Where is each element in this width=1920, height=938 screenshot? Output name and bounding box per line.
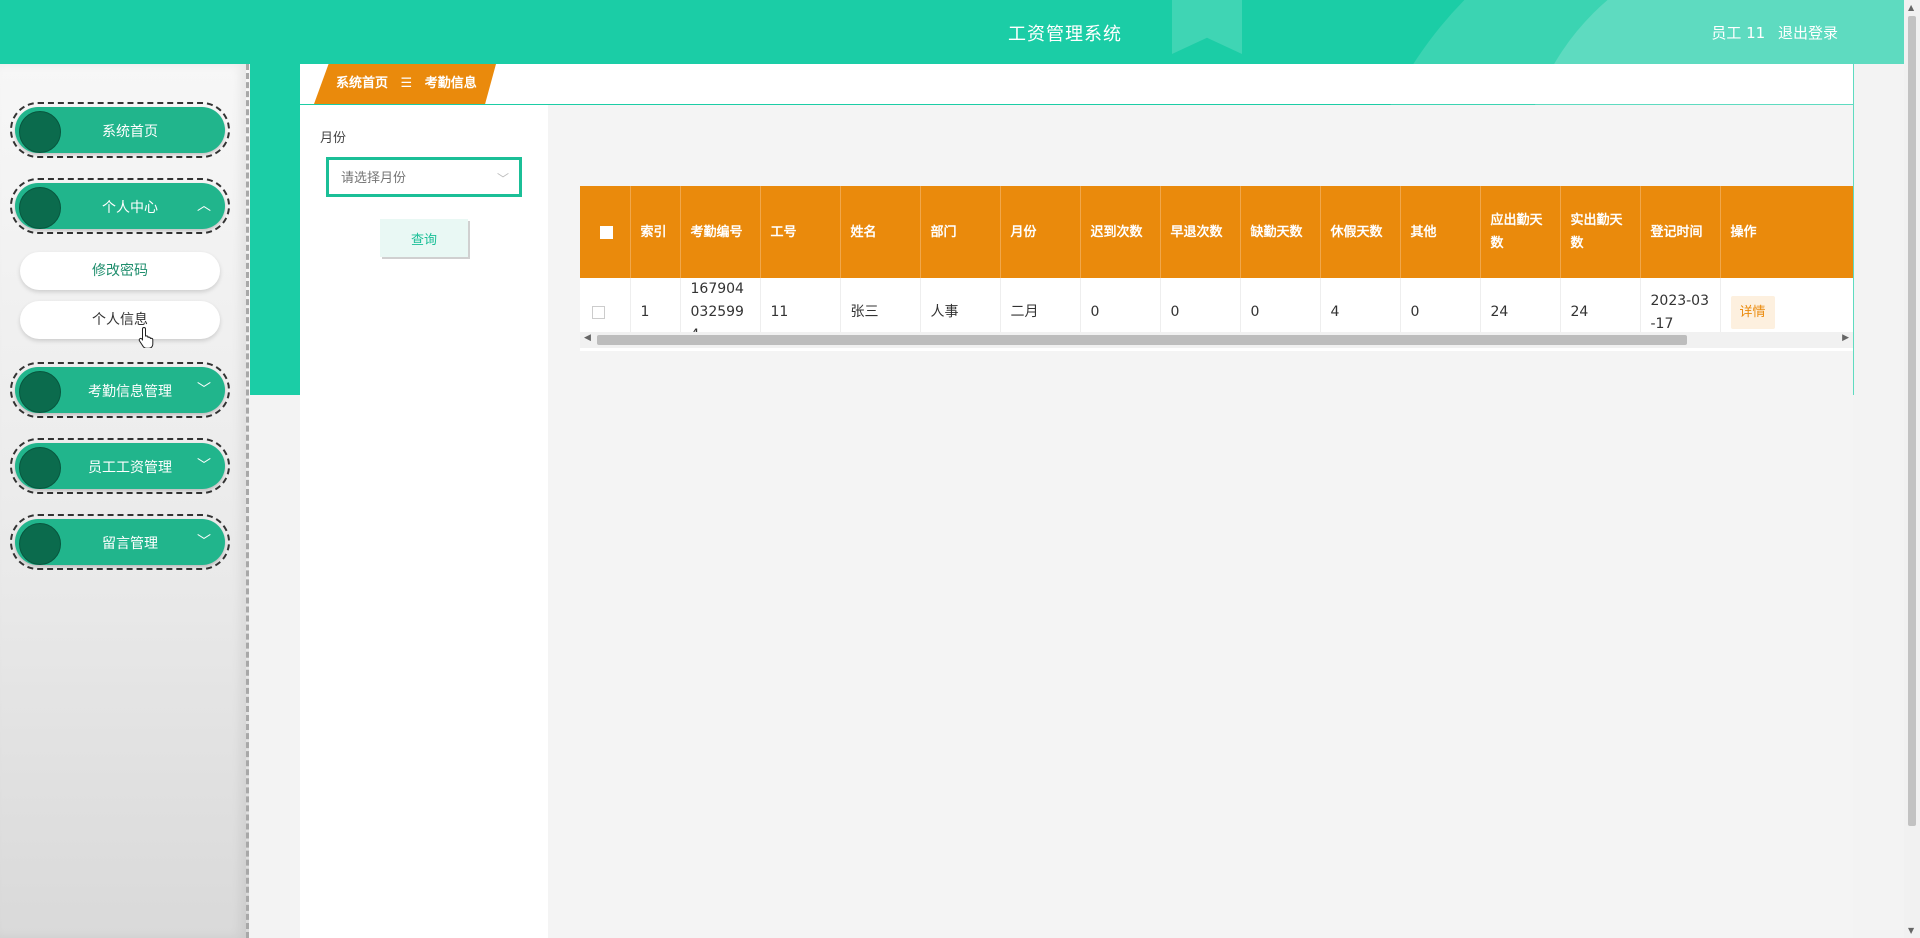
scrollbar-thumb[interactable] bbox=[1908, 16, 1916, 826]
sidebar-item-home[interactable]: 系统首页 bbox=[10, 102, 230, 158]
sidebar-item-personal-center[interactable]: 个人中心 ︿ bbox=[10, 178, 230, 234]
user-area: 员工 11 退出登录 bbox=[1703, 22, 1838, 43]
chevron-down-icon: ﹀ bbox=[197, 382, 211, 398]
row-checkbox[interactable] bbox=[592, 305, 605, 319]
sidebar-item-attendance-button[interactable]: 考勤信息管理 ﹀ bbox=[15, 367, 225, 413]
sidebar-item-label: 留言管理 bbox=[102, 536, 158, 552]
sidebar-item-attendance[interactable]: 考勤信息管理 ﹀ bbox=[10, 362, 230, 418]
column-header: 登记时间 bbox=[1640, 186, 1721, 278]
select-all-checkbox[interactable] bbox=[600, 225, 613, 239]
month-select-input[interactable] bbox=[339, 160, 493, 196]
scroll-down-arrow-icon[interactable]: ▼ bbox=[1908, 926, 1914, 935]
column-header: 部门 bbox=[920, 186, 1001, 278]
chevron-down-icon: ﹀ bbox=[197, 534, 211, 550]
current-user: 员工 11 bbox=[1711, 24, 1766, 42]
column-header: 休假天数 bbox=[1320, 186, 1401, 278]
app-title: 工资管理系统 bbox=[1008, 24, 1122, 45]
sidebar-item-label: 系统首页 bbox=[102, 124, 158, 140]
column-header: 考勤编号 bbox=[680, 186, 761, 278]
scroll-right-arrow-icon[interactable]: ▶ bbox=[1842, 333, 1849, 343]
breadcrumb-current: 考勤信息 bbox=[424, 76, 477, 91]
column-header: 缺勤天数 bbox=[1240, 186, 1321, 278]
column-header: 工号 bbox=[760, 186, 841, 278]
chevron-down-icon: ﹀ bbox=[496, 172, 509, 186]
column-header: 索引 bbox=[630, 186, 681, 278]
chevron-up-icon: ︿ bbox=[197, 198, 211, 214]
column-header: 操作 bbox=[1720, 186, 1853, 278]
scrollbar-thumb[interactable] bbox=[597, 335, 1687, 345]
sidebar-item-messages[interactable]: 留言管理 ﹀ bbox=[10, 514, 230, 570]
select-all-header[interactable] bbox=[580, 186, 631, 278]
sidebar-item-salary[interactable]: 员工工资管理 ﹀ bbox=[10, 438, 230, 494]
sidebar-item-home-button[interactable]: 系统首页 bbox=[15, 107, 225, 153]
sidebar-item-label: 员工工资管理 bbox=[88, 460, 172, 476]
attendance-table-container: 索引 考勤编号 工号 姓名 部门 月份 迟到次数 早退次数 缺勤天数 休假天数 … bbox=[580, 186, 1853, 351]
breadcrumb: 系统首页 ☰ 考勤信息 bbox=[314, 64, 496, 104]
submenu-personal-info[interactable]: 个人信息 bbox=[20, 301, 220, 339]
sidebar-item-label: 考勤信息管理 bbox=[88, 384, 172, 400]
column-header: 实出勤天数 bbox=[1560, 186, 1641, 278]
column-header: 应出勤天数 bbox=[1480, 186, 1561, 278]
month-select[interactable]: ﹀ bbox=[326, 157, 522, 197]
breadcrumb-bar: 系统首页 ☰ 考勤信息 bbox=[300, 64, 1853, 104]
table-horizontal-scrollbar[interactable]: ◀ ▶ bbox=[580, 332, 1853, 348]
sidebar-item-personal-center-button[interactable]: 个人中心 ︿ bbox=[15, 183, 225, 229]
sidebar: 系统首页 个人中心 ︿ 修改密码 个人信息 考勤信息管理 ﹀ 员工工资管理 ﹀ … bbox=[0, 64, 249, 938]
filter-panel: 月份 ﹀ 查询 bbox=[300, 105, 548, 938]
sidebar-item-salary-button[interactable]: 员工工资管理 ﹀ bbox=[15, 443, 225, 489]
column-header: 迟到次数 bbox=[1080, 186, 1161, 278]
breadcrumb-home[interactable]: 系统首页 bbox=[336, 76, 388, 91]
sidebar-item-messages-button[interactable]: 留言管理 ﹀ bbox=[15, 519, 225, 565]
month-filter-label: 月份 bbox=[320, 131, 347, 146]
column-header: 早退次数 bbox=[1160, 186, 1241, 278]
content-area: 索引 考勤编号 工号 姓名 部门 月份 迟到次数 早退次数 缺勤天数 休假天数 … bbox=[548, 105, 1853, 938]
window-vertical-scrollbar[interactable]: ▲ ▼ bbox=[1904, 0, 1920, 938]
scroll-up-arrow-icon[interactable]: ▲ bbox=[1908, 3, 1914, 12]
attendance-table: 索引 考勤编号 工号 姓名 部门 月份 迟到次数 早退次数 缺勤天数 休假天数 … bbox=[580, 186, 1853, 348]
table-header-row: 索引 考勤编号 工号 姓名 部门 月份 迟到次数 早退次数 缺勤天数 休假天数 … bbox=[580, 186, 1853, 278]
top-header: 工资管理系统 员工 11 退出登录 bbox=[0, 0, 1904, 64]
detail-button[interactable]: 详情 bbox=[1730, 296, 1775, 329]
hand-cursor-icon bbox=[138, 326, 154, 348]
sidebar-item-label: 个人中心 bbox=[102, 200, 158, 216]
query-button[interactable]: 查询 bbox=[380, 219, 468, 257]
chevron-down-icon: ﹀ bbox=[197, 458, 211, 474]
column-header: 其他 bbox=[1400, 186, 1481, 278]
column-header: 月份 bbox=[1000, 186, 1081, 278]
column-header: 姓名 bbox=[840, 186, 921, 278]
submenu-change-password[interactable]: 修改密码 bbox=[20, 252, 220, 290]
scroll-left-arrow-icon[interactable]: ◀ bbox=[584, 333, 591, 343]
breadcrumb-separator-icon: ☰ bbox=[400, 76, 413, 91]
logout-link[interactable]: 退出登录 bbox=[1778, 24, 1838, 42]
